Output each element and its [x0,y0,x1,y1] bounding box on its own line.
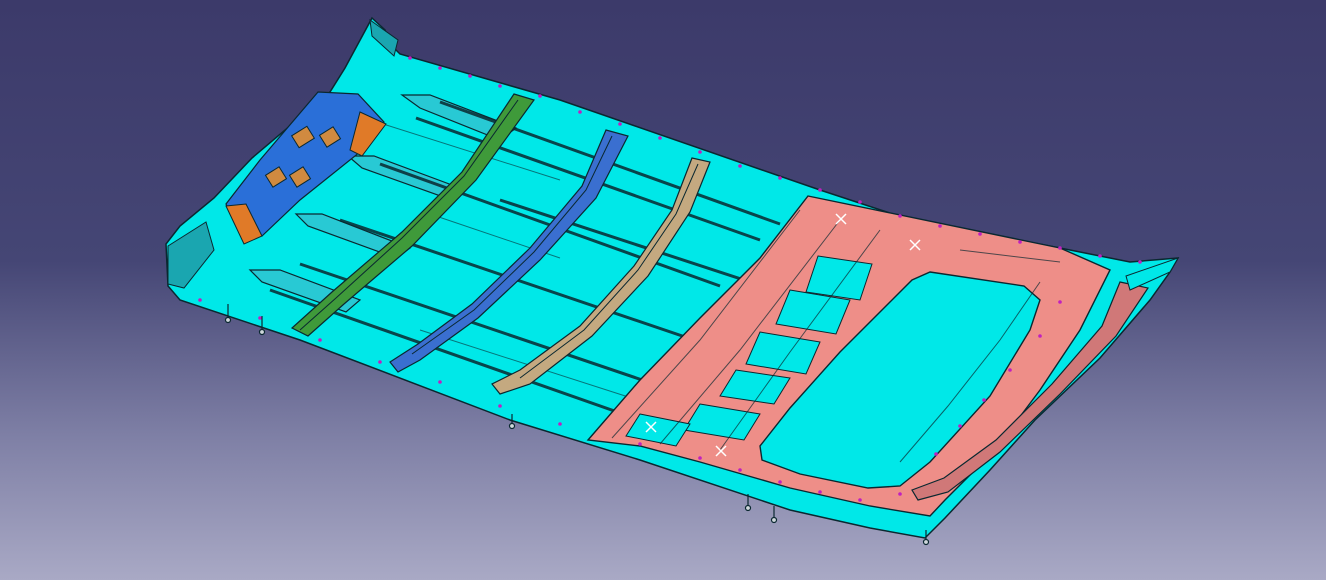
roof-assembly-model[interactable] [0,0,1326,580]
cad-3d-viewport[interactable] [0,0,1326,580]
